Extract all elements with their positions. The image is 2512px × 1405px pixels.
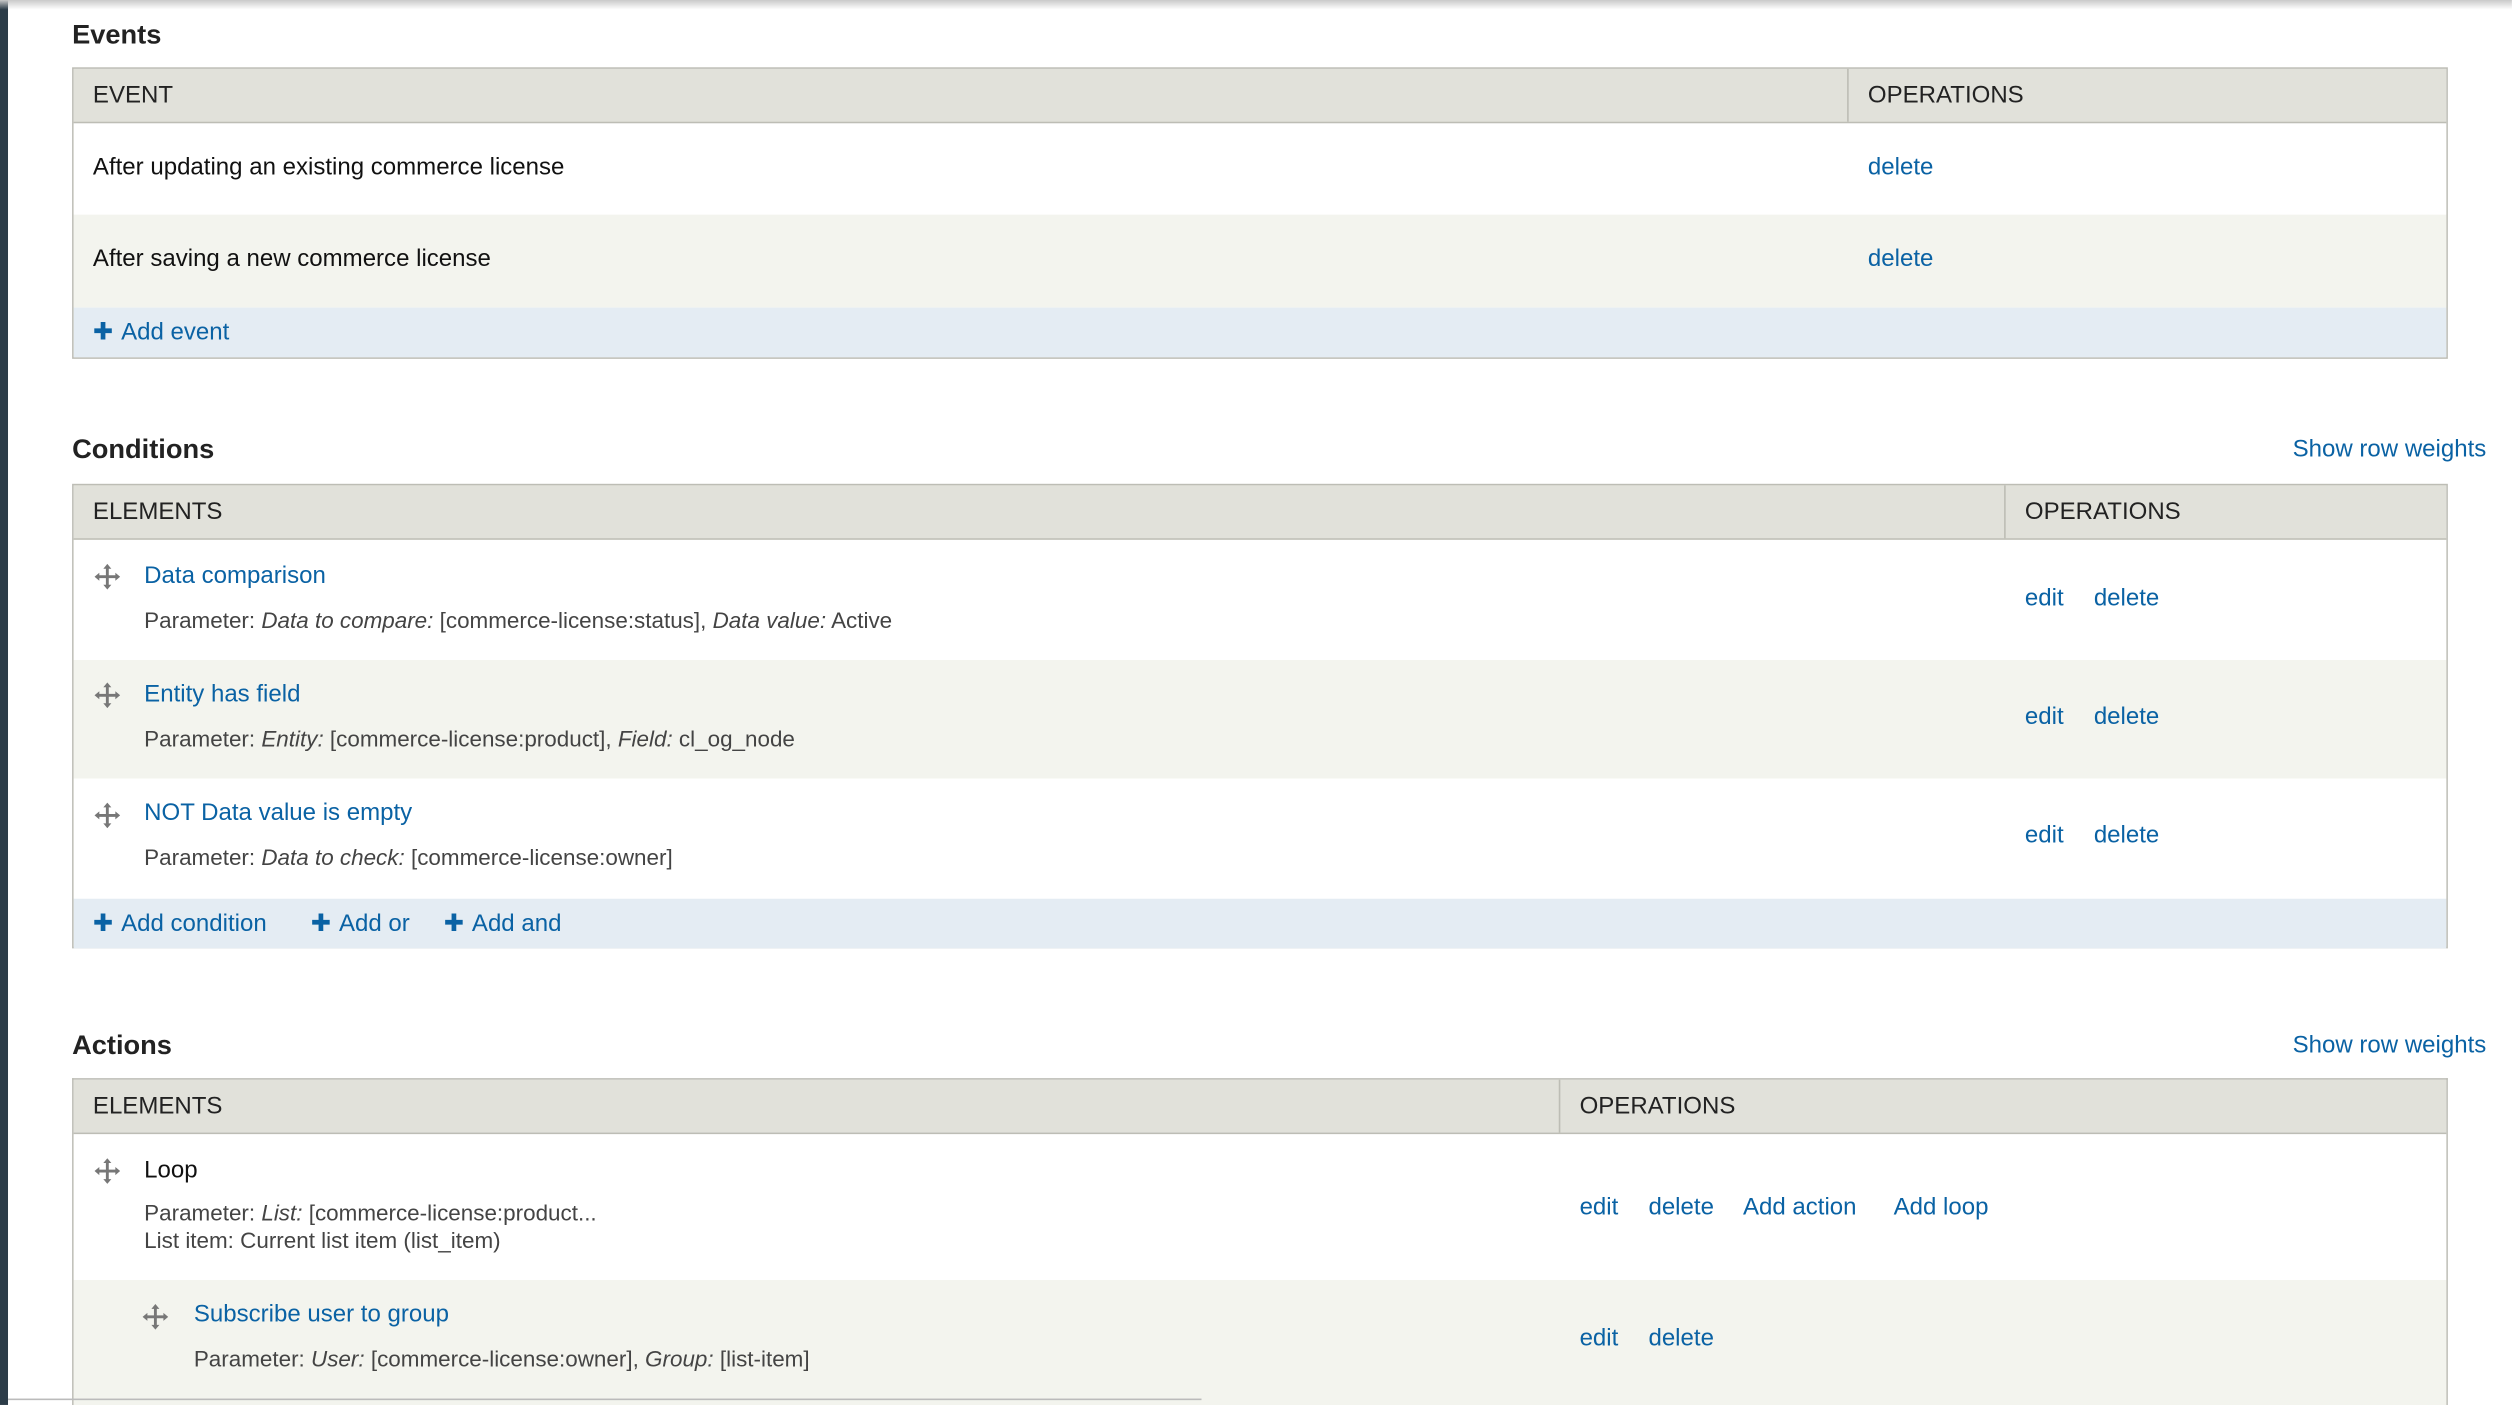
condition-parameters: Parameter: Data to check: [commerce-lice… [144,844,673,870]
left-sidebar-edge [0,0,9,1405]
delete-event-link[interactable]: delete [1868,245,1933,272]
plus-icon: ✚ [92,909,114,938]
drag-handle-icon[interactable] [94,682,121,709]
action-title-link[interactable]: Subscribe user to group [194,1301,449,1328]
edit-link[interactable]: edit [2025,585,2064,612]
delete-event-link[interactable]: delete [1868,154,1933,181]
add-action-link[interactable]: Add action [1743,1193,1857,1220]
conditions-footer: ✚ Add condition ✚ Add or ✚ Add and [73,898,2447,949]
add-and-label: Add and [471,909,562,938]
delete-link[interactable]: delete [2094,703,2159,730]
condition-title-link[interactable]: Entity has field [144,681,300,708]
delete-link[interactable]: delete [1648,1325,1713,1352]
add-event-label: Add event [121,318,230,347]
edit-link[interactable]: edit [1580,1193,1619,1220]
action-parameters: Parameter: List: [commerce-license:produ… [144,1199,597,1226]
rules-config-page: Events EVENT OPERATIONS After updating a… [0,0,2512,1405]
condition-parameters: Parameter: Data to compare: [commerce-li… [144,607,893,633]
delete-link[interactable]: delete [1648,1193,1713,1220]
events-table-header: EVENT OPERATIONS [73,68,2447,124]
drag-handle-icon[interactable] [94,563,121,590]
actions-table-header: ELEMENTS OPERATIONS [73,1079,2447,1135]
edit-link[interactable]: edit [1580,1325,1619,1352]
condition-row: Data comparison Parameter: Data to compa… [73,539,2447,661]
action-title: Loop [144,1156,198,1184]
add-loop-link[interactable]: Add loop [1894,1193,1989,1220]
condition-row: Entity has field Parameter: Entity: [com… [73,660,2447,779]
actions-table: ELEMENTS OPERATIONS Loop Parameter: List… [72,1078,2448,1405]
drag-handle-icon[interactable] [94,802,121,829]
add-or-label: Add or [338,909,410,938]
operations-column-header: OPERATIONS [2004,485,2446,539]
conditions-title: Conditions [72,434,215,465]
condition-title-link[interactable]: NOT Data value is empty [144,799,412,826]
delete-link[interactable]: delete [2094,822,2159,849]
conditions-table-header: ELEMENTS OPERATIONS [73,485,2447,540]
actions-title: Actions [72,1030,172,1061]
event-label: After updating an existing commerce lice… [92,153,565,182]
event-label: After saving a new commerce license [92,245,491,273]
add-condition-label: Add condition [121,909,267,938]
plus-icon: ✚ [310,909,331,938]
condition-parameters: Parameter: Entity: [commerce-license:pro… [144,725,795,752]
events-title: Events [72,19,162,50]
edit-link[interactable]: edit [2025,822,2064,849]
drag-handle-icon[interactable] [142,1304,169,1330]
action-list-item: List item: Current list item (list_item) [144,1227,501,1253]
action-row: Subscribe user to group Parameter: User:… [73,1279,2447,1405]
add-condition-link[interactable]: ✚ Add condition [93,908,267,937]
top-shadow [0,0,2512,10]
action-parameters: Parameter: User: [commerce-license:owner… [193,1345,810,1372]
events-footer: ✚ Add event [73,307,2447,358]
show-row-weights-link[interactable]: Show row weights [2293,1032,2487,1059]
plus-icon: ✚ [92,318,114,347]
bottom-divider [8,1398,1202,1401]
delete-link[interactable]: delete [2094,585,2159,612]
plus-icon: ✚ [443,909,464,938]
add-or-link[interactable]: ✚ Add or [311,908,410,937]
show-row-weights-link[interactable]: Show row weights [2293,436,2487,463]
drag-handle-icon[interactable] [94,1158,121,1184]
event-row: After saving a new commerce license dele… [73,214,2447,308]
operations-column-header: OPERATIONS [1847,68,2446,122]
events-table: EVENT OPERATIONS After updating an exist… [72,67,2448,359]
add-and-link[interactable]: ✚ Add and [444,908,562,937]
elements-column-header: ELEMENTS [92,1092,223,1120]
condition-title-link[interactable]: Data comparison [144,562,326,589]
edit-link[interactable]: edit [2025,703,2064,730]
event-column-header: EVENT [92,81,174,109]
action-row: Loop Parameter: List: [commerce-license:… [73,1134,2447,1280]
conditions-table: ELEMENTS OPERATIONS Data comparison Para… [72,483,2448,949]
event-row: After updating an existing commerce lice… [73,123,2447,215]
condition-row: NOT Data value is empty Parameter: Data … [73,778,2447,899]
elements-column-header: ELEMENTS [92,498,223,526]
add-event-link[interactable]: ✚ Add event [93,317,229,346]
operations-column-header: OPERATIONS [1558,1079,2447,1133]
